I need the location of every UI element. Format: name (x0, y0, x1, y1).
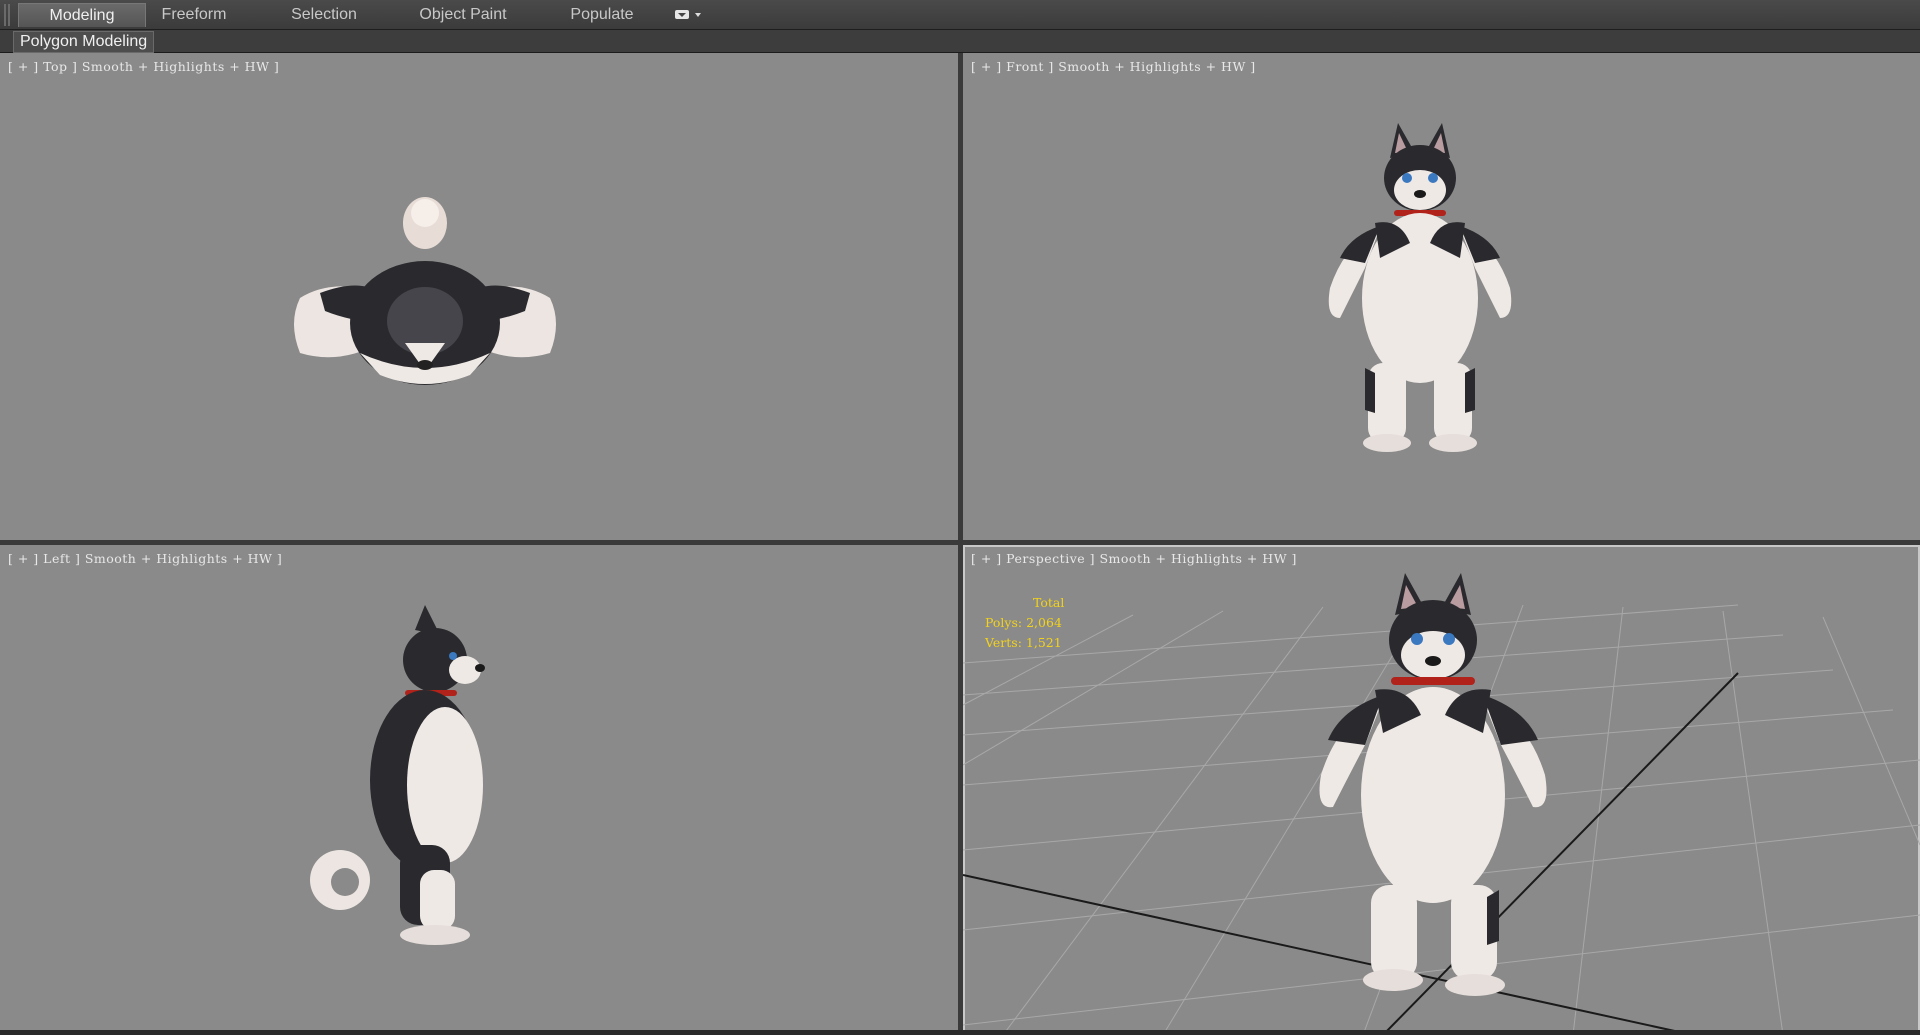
ribbon-grip-icon[interactable] (4, 4, 10, 26)
ribbon-panel-bar: Polygon Modeling (0, 30, 1920, 53)
husky-model-perspective-view (1319, 573, 1547, 996)
tab-populate[interactable]: Populate (556, 3, 648, 27)
viewport-top[interactable]: [ + ] Top ] Smooth + Highlights + HW ] (0, 53, 958, 540)
panel-polygon-modeling[interactable]: Polygon Modeling (13, 31, 155, 53)
husky-model-front-view (1328, 123, 1512, 452)
3ds-max-window: Modeling Freeform Selection Object Paint… (0, 0, 1920, 1035)
tab-selection[interactable]: Selection (278, 3, 370, 27)
tab-object-paint[interactable]: Object Paint (408, 3, 518, 27)
ribbon-options-icon[interactable] (673, 8, 703, 22)
viewport-front[interactable]: [ + ] Front ] Smooth + Highlights + HW ] (963, 53, 1920, 540)
tab-freeform[interactable]: Freeform (148, 3, 240, 27)
viewport-left[interactable]: [ + ] Left ] Smooth + Highlights + HW ] (0, 545, 958, 1035)
viewport-layout: [ + ] Top ] Smooth + Highlights + HW ] [… (0, 53, 1920, 1035)
tab-modeling[interactable]: Modeling (18, 3, 146, 27)
ribbon-minimize-icon (675, 10, 689, 19)
husky-model-top-view (294, 197, 556, 385)
chevron-down-icon (695, 13, 701, 17)
viewport-perspective[interactable]: [ + ] Perspective ] Smooth + Highlights … (963, 545, 1920, 1035)
ribbon-tab-bar: Modeling Freeform Selection Object Paint… (0, 0, 1920, 30)
husky-model-left-view (310, 605, 485, 945)
status-strip (0, 1030, 1920, 1035)
